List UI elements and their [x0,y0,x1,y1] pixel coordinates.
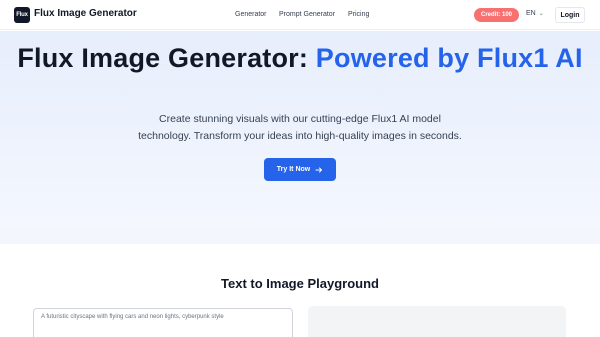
section-divider-band [0,226,600,244]
playground-title: Text to Image Playground [221,276,379,291]
hero-subtitle-line-2: technology. Transform your ideas into hi… [138,130,462,142]
hero-title: Flux Image Generator: Powered by Flux1 A… [0,43,600,73]
hero-title-accent: Powered by Flux1 AI [315,43,583,73]
hero-subtitle-line-1: Create stunning visuals with our cutting… [159,113,441,125]
login-button[interactable]: Login [555,7,585,23]
arrow-right-icon [315,167,323,172]
image-preview-panel [308,306,566,337]
nav-pricing-link[interactable]: Pricing [348,11,369,18]
language-selector[interactable]: EN ⌄ [526,10,544,17]
chevron-down-icon: ⌄ [538,11,544,17]
prompt-input-text: A futuristic cityscape with flying cars … [41,314,224,320]
try-it-now-button[interactable]: Try It Now [264,158,336,181]
hero-title-main: Flux Image Generator: [17,43,316,73]
top-navbar: Flux Flux Image Generator Generator Prom… [0,0,600,30]
cta-label: Try It Now [276,166,311,173]
prompt-input[interactable]: A futuristic cityscape with flying cars … [33,308,293,337]
language-label: EN [526,10,536,17]
nav-prompt-generator-link[interactable]: Prompt Generator [279,11,335,18]
credit-badge[interactable]: Credit: 100 [474,8,519,22]
nav-generator-link[interactable]: Generator [235,11,267,18]
hero-subtitle: Create stunning visuals with our cutting… [0,111,600,145]
